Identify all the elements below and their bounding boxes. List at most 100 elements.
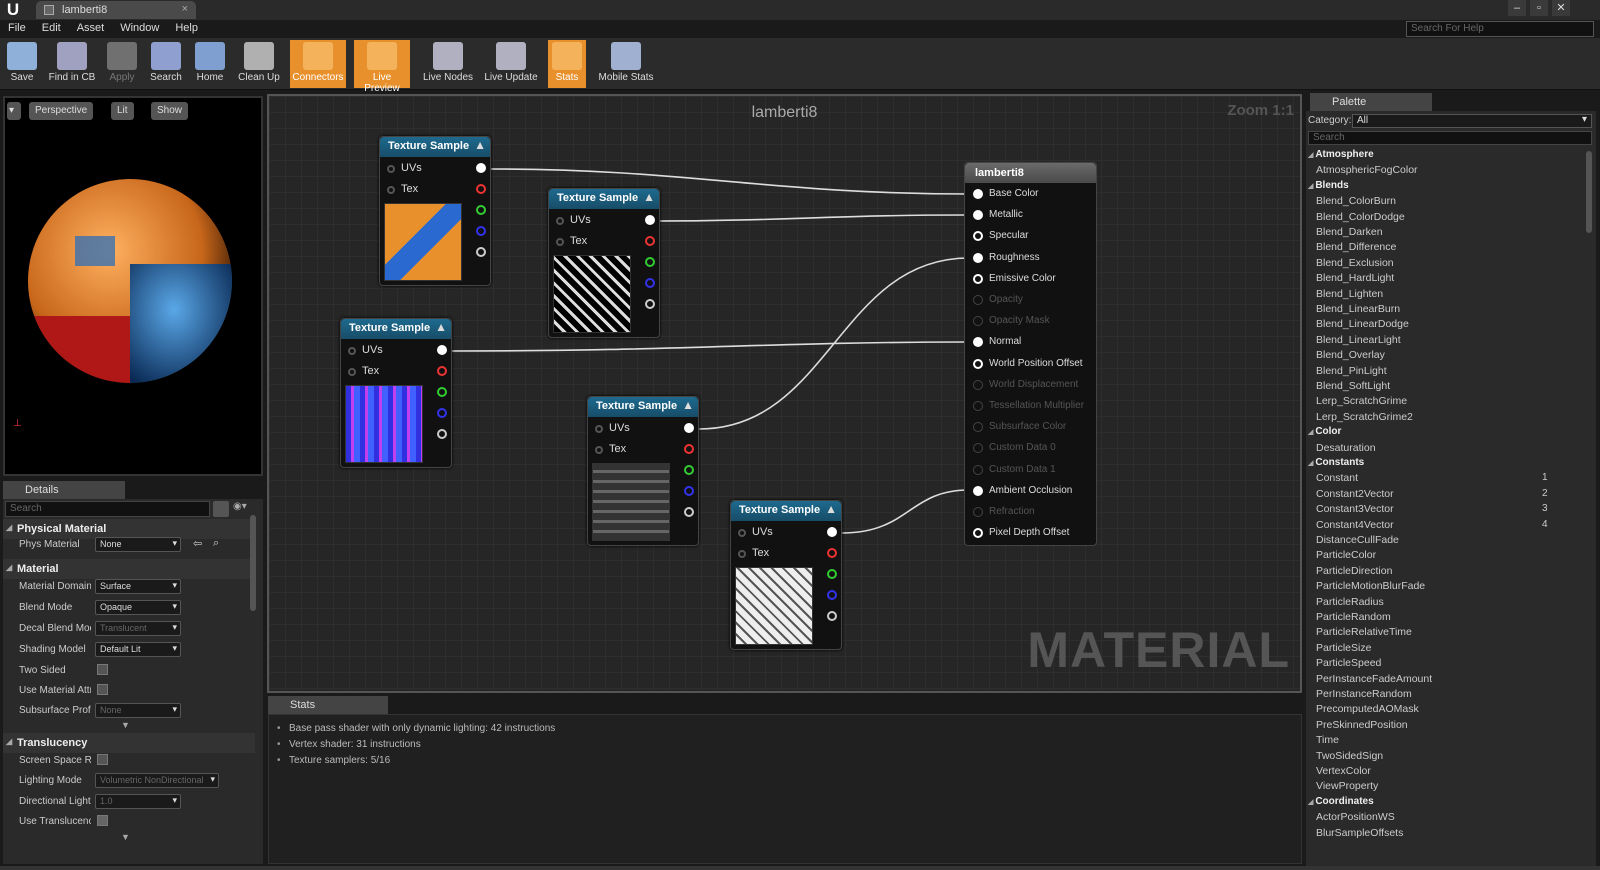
perspective-button[interactable]: Perspective <box>29 102 94 120</box>
decal-blend-dropdown[interactable]: Translucent <box>95 621 181 636</box>
use-material-attributes-checkbox[interactable] <box>97 684 108 695</box>
directional-lighting-input[interactable]: 1.0 <box>95 794 181 809</box>
blend-mode-dropdown[interactable]: Opaque <box>95 600 181 615</box>
palette-search-input[interactable]: Search <box>1308 131 1592 145</box>
help-search-input[interactable]: Search For Help <box>1406 21 1594 37</box>
palette-item[interactable]: Blend_Lighten <box>1316 288 1383 300</box>
palette-item[interactable]: Blend_SoftLight <box>1316 380 1390 392</box>
palette-item[interactable]: ParticleSpeed <box>1316 657 1381 669</box>
section-physical-material[interactable]: Physical Material <box>3 519 255 539</box>
palette-item[interactable]: Blend_PinLight <box>1316 365 1387 377</box>
palette-item[interactable]: AtmosphericFogColor <box>1316 164 1418 176</box>
texture-sample-node[interactable]: Texture Sample ▲ UVs Tex <box>340 318 452 468</box>
texture-sample-node[interactable]: Texture Sample ▲ UVs Tex <box>548 188 660 338</box>
collapse-arrow-icon[interactable]: ▲ <box>682 398 694 412</box>
material-input-pin[interactable] <box>973 337 983 348</box>
palette-item[interactable]: Constant2Vector <box>1316 488 1394 500</box>
menu-file[interactable]: File <box>0 20 34 38</box>
live-preview-button[interactable]: Live Preview <box>354 40 410 94</box>
palette-item[interactable]: ParticleRelativeTime <box>1316 626 1412 638</box>
collapse-arrow-icon[interactable]: ▲ <box>435 320 447 334</box>
input-pin[interactable] <box>738 529 746 537</box>
palette-item[interactable]: ActorPositionWS <box>1316 811 1395 823</box>
browse-icon[interactable]: ⌕ <box>213 537 219 550</box>
collapse-arrow-icon[interactable]: ▲ <box>643 190 655 204</box>
output-pin[interactable] <box>437 366 447 376</box>
stats-tab[interactable]: Stats <box>268 696 388 714</box>
output-pin[interactable] <box>645 257 655 267</box>
lighting-mode-dropdown[interactable]: Volumetric NonDirectional <box>95 773 219 788</box>
asset-tab[interactable]: lamberti8 × <box>36 1 196 19</box>
use-selected-icon[interactable]: ⇦ <box>193 537 202 550</box>
material-domain-dropdown[interactable]: Surface <box>95 579 181 594</box>
palette-tab[interactable]: Palette <box>1310 93 1432 111</box>
palette-item[interactable]: Lerp_ScratchGrime <box>1316 395 1407 407</box>
collapse-arrow-icon[interactable]: ▲ <box>474 138 486 152</box>
category-dropdown[interactable]: All <box>1352 114 1592 128</box>
menu-window[interactable]: Window <box>112 20 167 38</box>
lit-button[interactable]: Lit <box>111 102 134 120</box>
palette-scrollbar[interactable] <box>1586 151 1592 233</box>
input-pin[interactable] <box>348 347 356 355</box>
palette-category[interactable]: Constants <box>1308 457 1364 468</box>
save-button[interactable]: Save <box>4 40 40 88</box>
close-tab-icon[interactable]: × <box>182 3 188 15</box>
output-pin[interactable] <box>827 590 837 600</box>
palette-item[interactable]: BlurSampleOffsets <box>1316 827 1403 839</box>
use-translucency-checkbox[interactable] <box>97 815 108 826</box>
show-button[interactable]: Show <box>151 102 189 120</box>
palette-item[interactable]: Blend_LinearDodge <box>1316 318 1409 330</box>
menu-help[interactable]: Help <box>167 20 206 38</box>
cleanup-button[interactable]: Clean Up <box>232 40 286 88</box>
home-button[interactable]: Home <box>190 40 230 88</box>
details-scrollbar[interactable] <box>250 515 256 611</box>
palette-item[interactable]: Constant <box>1316 472 1358 484</box>
palette-item[interactable]: Blend_Difference <box>1316 241 1396 253</box>
search-button[interactable]: Search <box>146 40 186 88</box>
palette-item[interactable]: ParticleMotionBlurFade <box>1316 580 1425 592</box>
find-button[interactable]: Find in CB <box>42 40 102 88</box>
expand-advanced-icon[interactable]: ▼ <box>121 720 130 730</box>
output-pin[interactable] <box>476 226 486 236</box>
material-input-pin[interactable] <box>973 273 983 284</box>
subsurface-profile-dropdown[interactable]: None <box>95 703 181 718</box>
palette-item[interactable]: ParticleRandom <box>1316 611 1391 623</box>
material-input-pin[interactable] <box>973 210 983 221</box>
palette-item[interactable]: ParticleColor <box>1316 549 1376 561</box>
phys-material-dropdown[interactable]: None <box>95 537 181 552</box>
palette-item[interactable]: PerInstanceFadeAmount <box>1316 673 1432 685</box>
palette-category[interactable]: Atmosphere <box>1308 149 1373 160</box>
palette-item[interactable]: Blend_LinearBurn <box>1316 303 1400 315</box>
material-input-pin[interactable] <box>973 358 983 369</box>
menu-edit[interactable]: Edit <box>34 20 69 38</box>
details-search-input[interactable]: Search <box>5 501 210 517</box>
output-pin[interactable] <box>684 444 694 454</box>
output-pin[interactable] <box>645 299 655 309</box>
output-pin[interactable] <box>437 408 447 418</box>
palette-item[interactable]: DistanceCullFade <box>1316 534 1399 546</box>
palette-item[interactable]: Blend_Darken <box>1316 226 1383 238</box>
material-input-pin[interactable] <box>973 189 983 199</box>
texture-sample-node[interactable]: Texture Sample ▲ UVs Tex <box>730 500 842 650</box>
apply-button[interactable]: Apply <box>104 40 140 88</box>
input-pin[interactable] <box>595 425 603 433</box>
material-input-pin[interactable] <box>973 485 983 496</box>
output-pin[interactable] <box>437 429 447 439</box>
output-pin[interactable] <box>827 548 837 558</box>
section-translucency[interactable]: Translucency <box>3 733 255 753</box>
palette-category[interactable]: Coordinates <box>1308 796 1373 807</box>
output-pin[interactable] <box>645 236 655 246</box>
section-material[interactable]: Material <box>3 559 255 579</box>
list-view-icon[interactable] <box>213 501 229 517</box>
minimize-icon[interactable]: – <box>1508 0 1526 16</box>
input-pin[interactable] <box>387 186 395 194</box>
palette-item[interactable]: PrecomputedAOMask <box>1316 703 1419 715</box>
palette-item[interactable]: ParticleRadius <box>1316 596 1384 608</box>
collapse-arrow-icon[interactable]: ▲ <box>825 502 837 516</box>
input-pin[interactable] <box>556 217 564 225</box>
two-sided-checkbox[interactable] <box>97 664 108 675</box>
palette-item[interactable]: Blend_ColorBurn <box>1316 195 1396 207</box>
texture-sample-node[interactable]: Texture Sample ▲ UVs Tex <box>379 136 491 286</box>
output-pin[interactable] <box>476 247 486 257</box>
stats-button[interactable]: Stats <box>548 40 586 88</box>
